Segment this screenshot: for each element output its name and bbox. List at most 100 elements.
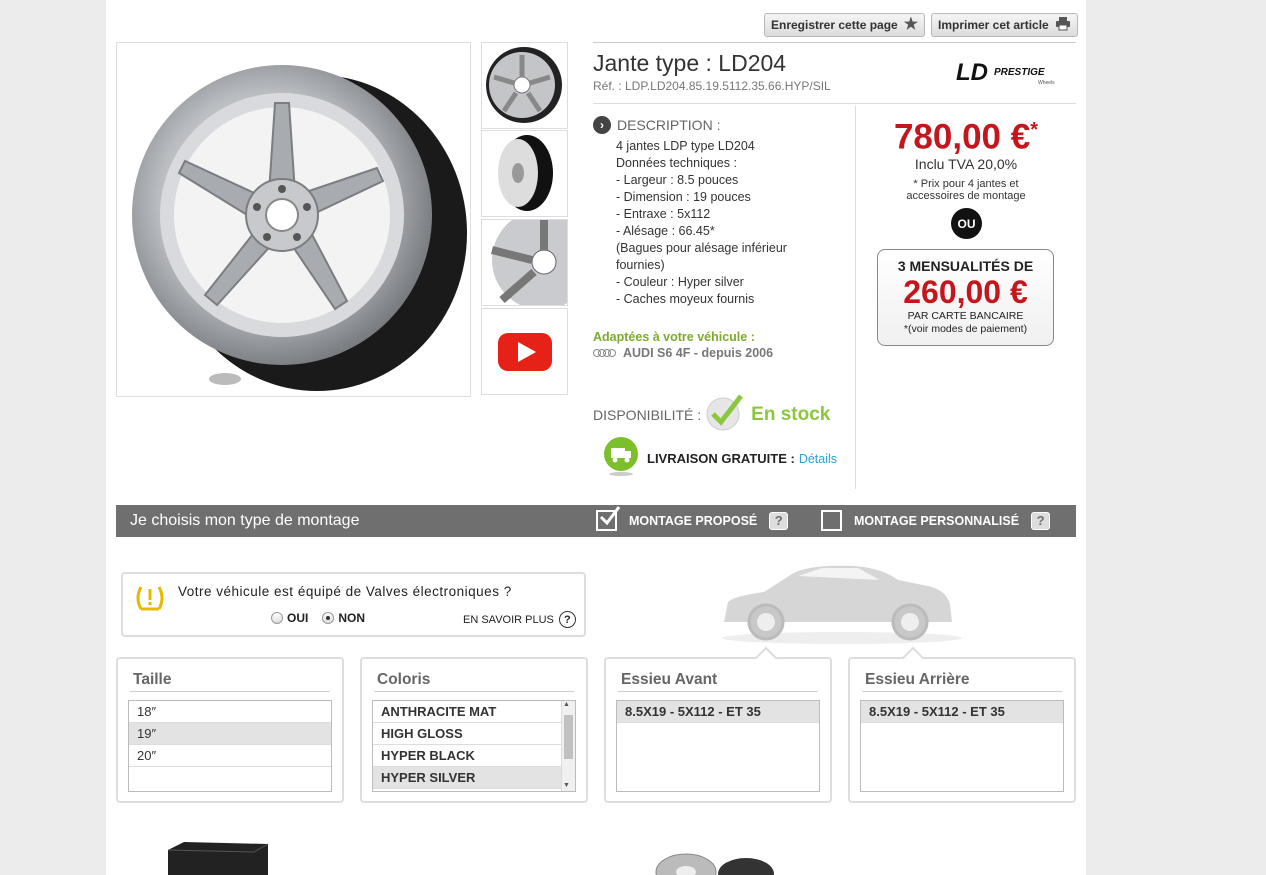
front-axle-list[interactable]: 8.5X19 - 5X112 - ET 35	[616, 700, 820, 792]
description-line: Données techniques :	[616, 156, 737, 170]
front-axle-option[interactable]: 8.5X19 - 5X112 - ET 35	[617, 701, 819, 723]
product-page: Enregistrer cette page ★ Imprimer cet ar…	[106, 0, 1086, 875]
printer-icon	[1055, 16, 1071, 35]
delivery-label: LIVRAISON GRATUITE :	[647, 451, 795, 466]
color-option[interactable]: ANTHRACITE MAT	[373, 701, 575, 723]
valve-question-box: Votre véhicule est équipé de Valves élec…	[121, 572, 586, 637]
valve-no-label[interactable]: NON	[338, 611, 365, 625]
youtube-icon	[498, 333, 552, 371]
availability-value: En stock	[751, 403, 831, 425]
learn-more-link[interactable]: EN SAVOIR PLUS ?	[463, 611, 576, 628]
product-reference: Réf. : LDP.LD204.85.19.5112.35.66.HYP/SI…	[593, 79, 831, 93]
scroll-down-icon[interactable]: ▼	[563, 782, 570, 789]
front-axle-panel: Essieu Avant 8.5X19 - 5X112 - ET 35	[604, 646, 832, 803]
description-header[interactable]: › DESCRIPTION :	[593, 116, 720, 134]
description-line: (Bagues pour alésage inférieur fournies)	[616, 241, 787, 272]
size-option[interactable]: 20″	[129, 745, 331, 767]
installment-method: PAR CARTE BANCAIRE	[907, 310, 1024, 322]
size-option[interactable]: 18″	[129, 701, 331, 723]
mounting-custom-option[interactable]: MONTAGE PERSONNALISÉ ?	[821, 510, 1051, 531]
mounting-title: Je choisis mon type de montage	[130, 512, 360, 529]
price-column-separator	[855, 106, 856, 489]
description-line: 4 jantes LDP type LD204	[616, 139, 755, 153]
color-option[interactable]: HYPER SILVER	[373, 767, 575, 789]
svg-text:Wheels: Wheels	[1038, 80, 1055, 86]
color-option[interactable]: HIGH GLOSS	[373, 723, 575, 745]
color-title: Coloris	[377, 671, 431, 688]
top-divider	[593, 42, 1076, 43]
wheel-detail-thumbnail	[491, 220, 567, 305]
mounting-custom-checkbox[interactable]	[821, 510, 842, 531]
price-asterisk: *	[1030, 119, 1039, 141]
rear-axle-option[interactable]: 8.5X19 - 5X112 - ET 35	[861, 701, 1063, 723]
description-line: - Caches moyeux fournis	[616, 292, 755, 306]
mounting-type-bar: Je choisis mon type de montage MONTAGE P…	[116, 505, 1076, 537]
car-silhouette-image	[714, 560, 964, 655]
valve-radio-group: OUI NON	[271, 611, 365, 625]
main-product-image[interactable]	[116, 42, 471, 397]
rear-axle-list[interactable]: 8.5X19 - 5X112 - ET 35	[860, 700, 1064, 792]
valve-no-radio[interactable]	[322, 612, 335, 624]
delivery-details-link[interactable]: Détails	[799, 452, 837, 466]
price-vat: Inclu TVA 20,0%	[914, 155, 1018, 172]
installment-value: 260,00 €	[903, 274, 1028, 310]
print-article-button[interactable]: Imprimer cet article	[931, 13, 1078, 37]
color-list-scrollbar[interactable]: ▲ ▼	[561, 701, 575, 791]
description-heading: DESCRIPTION :	[617, 117, 721, 133]
scroll-up-icon[interactable]: ▲	[563, 701, 570, 708]
ldp-prestige-logo: LD PRESTIGE Wheels	[954, 58, 1076, 88]
chevron-right-icon: ›	[593, 116, 611, 134]
thumbnail-3[interactable]	[481, 219, 568, 306]
delivery-truck-icon	[603, 436, 639, 481]
mounting-proposed-option[interactable]: MONTAGE PROPOSÉ ?	[596, 506, 789, 531]
svg-text:PRESTIGE: PRESTIGE	[994, 67, 1045, 78]
description-line: - Entraxe : 5x112	[616, 207, 711, 221]
print-article-label: Imprimer cet article	[938, 18, 1049, 32]
product-title: Jante type : LD204	[593, 50, 787, 76]
price-value: 780,00 €*	[866, 110, 1066, 158]
installments-box[interactable]: 3 MENSUALITÉS DE 260,00 € PAR CARTE BANC…	[877, 249, 1054, 346]
wheel-box-image	[164, 840, 270, 875]
installments-title: 3 MENSUALITÉS DE	[897, 258, 1034, 274]
checkmark-icon	[705, 392, 745, 437]
description-line: - Largeur : 8.5 pouces	[616, 173, 739, 187]
save-page-label: Enregistrer cette page	[771, 18, 898, 32]
valve-question: Votre véhicule est équipé de Valves élec…	[178, 584, 512, 599]
price-block: 780,00 €* Inclu TVA 20,0% * Prix pour 4 …	[866, 110, 1066, 202]
thumbnail-1[interactable]	[481, 42, 568, 129]
front-axle-divider	[618, 691, 818, 692]
availability-label: DISPONIBILITÉ :	[593, 406, 702, 423]
color-panel: Coloris ANTHRACITE MAT HIGH GLOSS HYPER …	[360, 657, 588, 803]
installment-note: *(voir modes de paiement)	[903, 323, 1028, 335]
audi-rings-icon	[593, 349, 616, 357]
free-delivery: LIVRAISON GRATUITE : Détails	[603, 436, 837, 481]
svg-text:LD: LD	[956, 59, 988, 86]
color-option[interactable]: HYPER BLACK	[373, 745, 575, 767]
mounting-proposed-checkbox[interactable]	[596, 506, 621, 531]
compatibility-title: Adaptées à votre véhicule :	[593, 330, 755, 344]
video-thumbnail[interactable]	[481, 308, 568, 395]
size-title: Taille	[133, 671, 172, 688]
help-icon[interactable]: ?	[1031, 511, 1051, 530]
availability: DISPONIBILITÉ : En stock	[593, 392, 830, 437]
size-panel: Taille 18″ 19″ 20″	[116, 657, 344, 803]
size-option[interactable]: 19″	[129, 723, 331, 745]
help-icon[interactable]: ?	[769, 511, 789, 530]
star-icon: ★	[903, 16, 919, 33]
valve-yes-radio[interactable]	[271, 612, 283, 624]
color-list[interactable]: ANTHRACITE MAT HIGH GLOSS HYPER BLACK HY…	[372, 700, 576, 792]
price-amount: 780,00 €	[893, 117, 1031, 157]
size-list[interactable]: 18″ 19″ 20″	[128, 700, 332, 792]
compatible-vehicle-label: AUDI S6 4F - depuis 2006	[623, 346, 774, 360]
scroll-thumb[interactable]	[564, 715, 573, 759]
thumbnail-2[interactable]	[481, 130, 568, 217]
size-divider	[130, 691, 330, 692]
description-line: - Couleur : Hyper silver	[616, 275, 744, 289]
compatible-vehicle: AUDI S6 4F - depuis 2006	[593, 346, 773, 360]
valve-yes-label[interactable]: OUI	[287, 611, 308, 625]
rear-axle-panel: Essieu Arrière 8.5X19 - 5X112 - ET 35	[848, 646, 1076, 803]
title-divider	[593, 103, 1076, 104]
front-axle-title: Essieu Avant	[621, 671, 718, 688]
description-text: 4 jantes LDP type LD204 Données techniqu…	[616, 138, 816, 308]
save-page-button[interactable]: Enregistrer cette page ★	[764, 13, 926, 37]
